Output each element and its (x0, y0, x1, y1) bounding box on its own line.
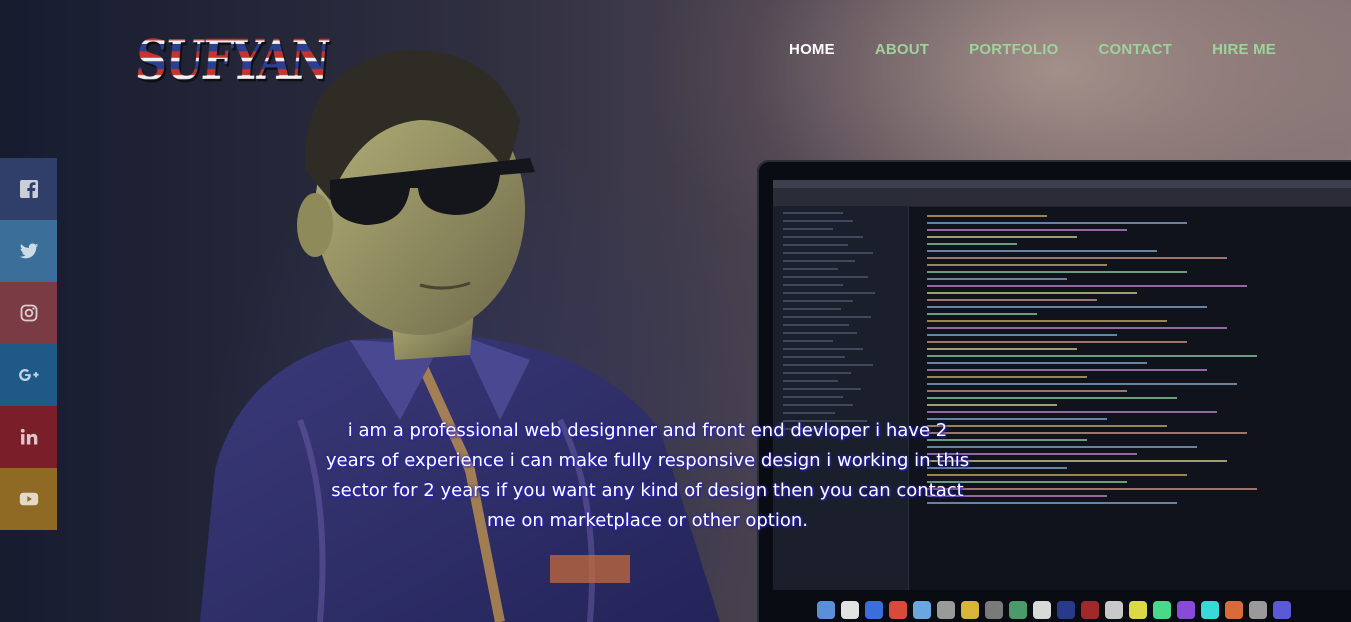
laptop-image (757, 160, 1351, 622)
nav-home[interactable]: HOME (789, 41, 835, 58)
nav-portfolio[interactable]: PORTFOLIO (969, 41, 1058, 58)
nav-contact[interactable]: CONTACT (1098, 41, 1172, 58)
youtube-link[interactable] (0, 468, 57, 530)
bio-text: i am a professional web designner and fr… (325, 420, 970, 531)
linkedin-icon (20, 428, 37, 445)
instagram-icon (20, 304, 37, 322)
instagram-link[interactable] (0, 282, 57, 344)
site-logo[interactable]: SUFYAN (133, 29, 331, 93)
google-plus-link[interactable] (0, 344, 57, 406)
twitter-link[interactable] (0, 220, 57, 282)
facebook-icon (19, 180, 38, 198)
nav-hire-me[interactable]: HIRE ME (1212, 41, 1276, 58)
youtube-icon (19, 492, 38, 506)
twitter-icon (19, 243, 38, 259)
linkedin-link[interactable] (0, 406, 57, 468)
facebook-link[interactable] (0, 158, 57, 220)
main-nav: HOME ABOUT PORTFOLIO CONTACT HIRE ME (789, 41, 1276, 58)
laptop-dock (817, 598, 1347, 622)
social-sidebar (0, 158, 57, 530)
google-plus-icon (18, 369, 39, 381)
hero-section: SUFYAN HOME ABOUT PORTFOLIO CONTACT HIRE… (0, 0, 1351, 622)
nav-about[interactable]: ABOUT (875, 41, 929, 58)
